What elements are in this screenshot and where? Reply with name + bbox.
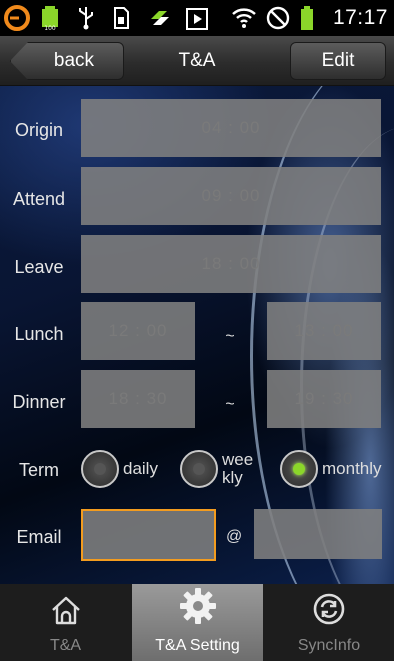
status-bar: 100 17:17	[0, 0, 394, 36]
attend-label: Attend	[12, 189, 66, 209]
lunch-end-field[interactable]: 13 : 00	[267, 302, 381, 360]
radio-dot-selected	[293, 463, 305, 475]
sync-arrows-icon	[148, 5, 174, 31]
tab-syncinfo[interactable]: SyncInfo	[264, 584, 394, 661]
lunch-separator: ~	[225, 328, 235, 345]
usb-icon	[76, 5, 102, 31]
leave-time-field[interactable]: 18 : 00	[81, 235, 381, 293]
lunch-label: Lunch	[14, 324, 64, 344]
home-icon	[49, 594, 83, 631]
leave-label: Leave	[14, 257, 64, 277]
no-signal-icon	[265, 5, 291, 31]
radio-button[interactable]	[280, 450, 318, 488]
app-logo-icon	[4, 5, 30, 31]
status-time: 17:17	[332, 6, 388, 29]
status-bar-right: 17:17	[231, 4, 388, 32]
tab-label: T&A Setting	[155, 637, 240, 654]
radio-button[interactable]	[180, 450, 218, 488]
tab-label: T&A	[49, 637, 82, 654]
origin-label: Origin	[14, 120, 63, 140]
lunch-start-field[interactable]: 12 : 00	[81, 302, 195, 360]
tab-ta-setting[interactable]: T&A Setting	[132, 584, 263, 661]
attend-time-field[interactable]: 09 : 00	[81, 167, 381, 225]
radio-dot	[94, 463, 106, 475]
page-title: T&A	[178, 50, 216, 71]
dinner-end-field[interactable]: 19 : 30	[267, 370, 381, 428]
radio-button[interactable]	[81, 450, 119, 488]
status-bar-left: 100	[4, 4, 210, 32]
bottom-tab-bar: T&A T&A Setting SyncInfo	[0, 584, 394, 661]
email-user-field[interactable]	[81, 509, 216, 561]
wifi-icon	[231, 5, 257, 31]
term-option-daily[interactable]: daily	[81, 450, 158, 488]
term-label: Term	[19, 460, 59, 480]
email-label: Email	[16, 527, 62, 547]
battery-full-icon: 100	[40, 5, 66, 32]
origin-time-field[interactable]: 04 : 00	[81, 99, 381, 157]
gear-icon	[178, 586, 218, 631]
play-store-icon	[184, 5, 210, 31]
email-at-sign: @	[226, 528, 243, 545]
svg-text:100: 100	[44, 25, 56, 31]
radio-dot	[193, 463, 205, 475]
dinner-separator: ~	[225, 396, 235, 413]
tab-ta[interactable]: T&A	[0, 584, 131, 661]
term-option-label: monthly	[322, 459, 382, 478]
term-option-weekly[interactable]: weekly	[180, 450, 258, 488]
battery-icon	[299, 5, 325, 31]
sd-card-icon	[112, 5, 138, 31]
dinner-start-field[interactable]: 18 : 30	[81, 370, 195, 428]
title-bar: back T&A Edit	[0, 36, 394, 86]
back-button[interactable]: back	[10, 42, 124, 80]
term-option-label: weekly	[222, 450, 254, 487]
term-option-monthly[interactable]: monthly	[280, 450, 382, 488]
dinner-label: Dinner	[12, 392, 66, 412]
email-domain-field[interactable]	[254, 509, 382, 559]
term-option-label: daily	[123, 459, 158, 478]
sync-icon	[312, 592, 346, 631]
edit-button[interactable]: Edit	[290, 42, 386, 80]
tab-label: SyncInfo	[297, 637, 361, 654]
settings-form: Origin 04 : 00 Attend 09 : 00 Leave 18 :…	[0, 86, 394, 584]
